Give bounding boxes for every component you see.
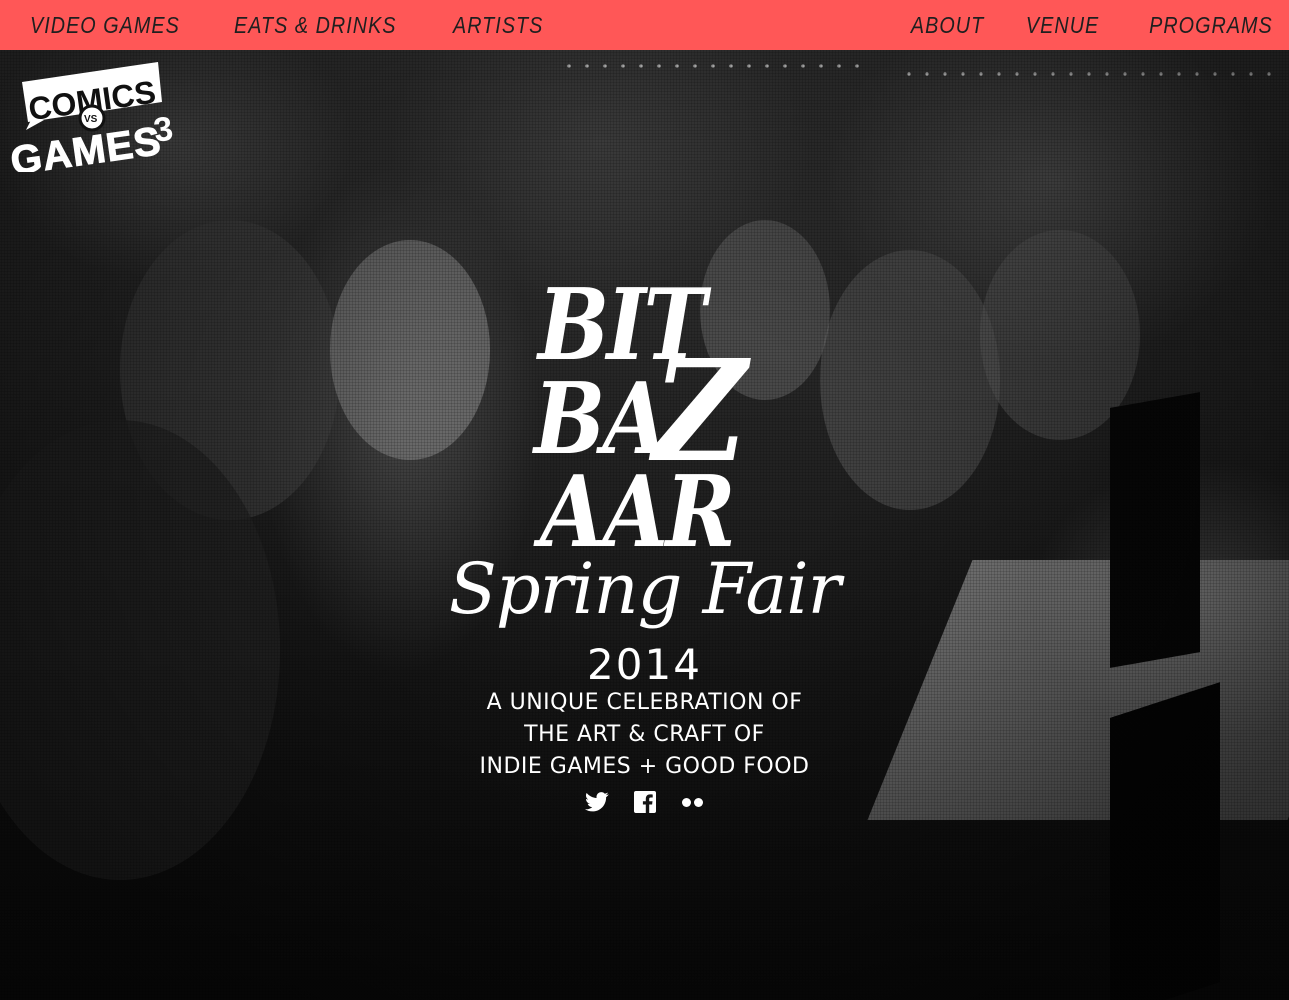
nav-right-group: ABOUT VENUE PROGRAMS: [899, 0, 1273, 50]
svg-text:VS: VS: [84, 114, 98, 125]
nav-link-eats-drinks[interactable]: EATS & DRINKS: [234, 12, 397, 39]
flickr-icon[interactable]: [681, 790, 705, 814]
hero-content: BIT Z BA AAR Spring Fair 2014 A UNIQUE C…: [0, 0, 1289, 1000]
top-nav: VIDEO GAMES EATS & DRINKS ARTISTS ABOUT …: [0, 0, 1289, 50]
comics-vs-games-logo[interactable]: COMICS VS GAMES 3 COMICS VS GAMES 3: [8, 60, 183, 172]
nav-left-group: VIDEO GAMES EATS & DRINKS ARTISTS: [30, 0, 558, 50]
social-links: [0, 790, 1289, 814]
nav-link-artists[interactable]: ARTISTS: [453, 12, 543, 39]
spring-fair-subtitle: Spring Fair: [448, 548, 841, 630]
nav-link-venue[interactable]: VENUE: [1026, 12, 1099, 39]
nav-link-about[interactable]: ABOUT: [911, 12, 984, 39]
svg-text:3: 3: [151, 110, 175, 150]
tagline-line-3: INDIE GAMES + GOOD FOOD: [479, 754, 810, 779]
flickr-dot: [682, 797, 691, 807]
flickr-dot: [694, 797, 703, 807]
tagline-line-1: A UNIQUE CELEBRATION OF: [486, 690, 803, 715]
facebook-icon[interactable]: [633, 790, 657, 814]
twitter-icon[interactable]: [584, 790, 609, 814]
logo-graphic: COMICS VS GAMES 3: [8, 62, 175, 172]
tagline-line-2: THE ART & CRAFT OF: [524, 722, 765, 747]
event-year: 2014: [587, 640, 702, 689]
nav-link-video-games[interactable]: VIDEO GAMES: [30, 12, 180, 39]
nav-link-programs[interactable]: PROGRAMS: [1149, 12, 1273, 39]
